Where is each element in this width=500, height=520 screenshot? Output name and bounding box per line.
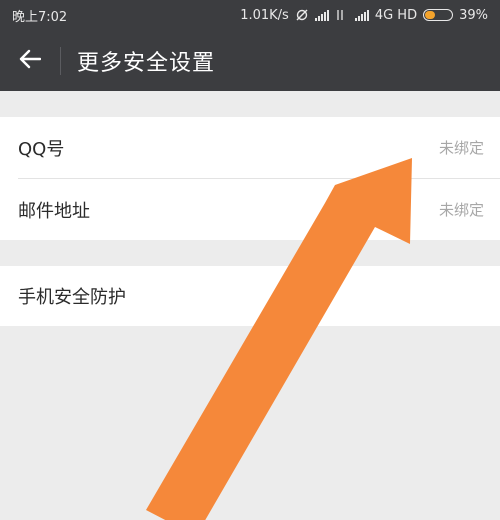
signal-icon-2 [354,9,369,21]
status-bar: 晚上7:02 1.01K/s 4G HD 39% [0,0,500,30]
data-transfer-icon [335,9,349,21]
settings-item-email[interactable]: 邮件地址 未绑定 [0,179,500,240]
settings-item-status: 未绑定 [438,201,484,219]
network-type: 4G HD [374,7,418,23]
status-indicators: 1.01K/s 4G HD 39% [240,8,488,23]
signal-icon [314,9,329,21]
title-divider [60,46,61,75]
binding-group: QQ号 未绑定 邮件地址 未绑定 [0,117,500,240]
network-speed: 1.01K/s [240,7,289,23]
title-bar: 更多安全设置 [0,30,500,91]
status-time: 晚上7:02 [12,9,68,25]
battery-fill [425,11,436,19]
battery-icon [423,9,454,21]
battery-percent: 39% [459,7,488,23]
settings-item-label: 手机安全防护 [18,287,126,308]
back-button[interactable] [0,30,60,91]
alarm-off-icon [295,9,309,21]
settings-item-label: QQ号 [18,138,65,160]
settings-item-label: 邮件地址 [18,200,90,222]
settings-item-phone-protection[interactable]: 手机安全防护 [0,266,500,326]
settings-item-qq[interactable]: QQ号 未绑定 [0,117,500,178]
page-title: 更多安全设置 [77,50,216,76]
settings-item-status: 未绑定 [438,139,484,157]
protection-group: 手机安全防护 [0,266,500,326]
arrow-left-icon [19,49,42,73]
